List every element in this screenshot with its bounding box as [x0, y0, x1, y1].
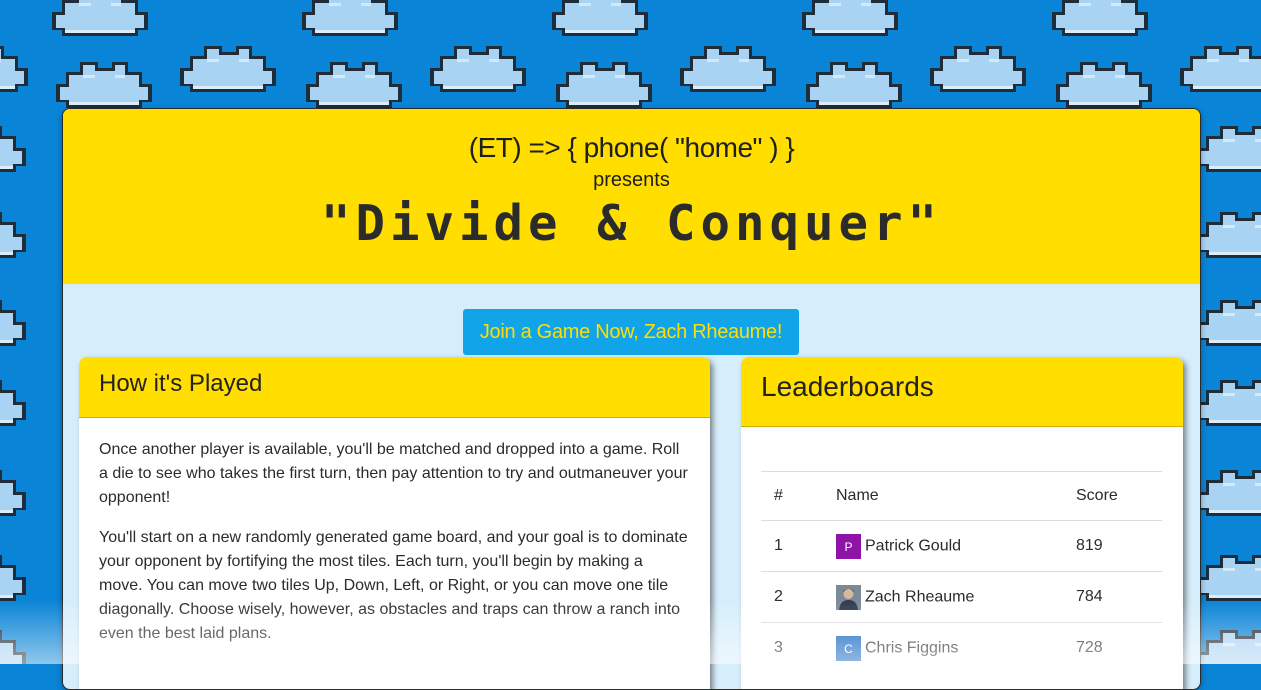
player-cell: P Patrick Gould [823, 520, 1063, 572]
leaderboard-title: Leaderboards [761, 371, 934, 402]
player-avatar: C [836, 635, 861, 661]
column-header-rank: # [761, 471, 823, 521]
table-header-row: # Name Score [761, 471, 1162, 521]
rules-paragraph: Once another player is available, you'll… [99, 441, 688, 506]
player-photo-avatar [836, 584, 861, 610]
score-cell: 819 [1063, 520, 1162, 572]
player-name: Patrick Gould [865, 537, 962, 555]
game-title: "Divide & Conquer" [320, 195, 942, 252]
leaderboard-panel: Leaderboards # Name Score 1 P Patrick Gou… [741, 357, 1183, 689]
column-header-score: Score [1063, 471, 1162, 521]
how-to-play-body: Once another player is available, you'll… [79, 418, 710, 646]
table-row: 2 Zach Rheaume 784 [761, 571, 1162, 623]
score-cell: 784 [1063, 571, 1162, 623]
player-cell: Zach Rheaume [823, 571, 1063, 623]
main-card: (ET) => { phone( "home" ) } presents "Di… [62, 108, 1201, 690]
rank-cell: 1 [761, 520, 823, 572]
score-cell: 728 [1063, 622, 1162, 673]
table-row: 3 C Chris Figgins 728 [761, 622, 1162, 673]
rank-cell: 3 [761, 622, 823, 673]
player-name: Chris Figgins [865, 639, 959, 657]
leaderboard-table: # Name Score 1 P Patrick Gould 819 2 Zac… [761, 471, 1162, 673]
how-to-play-panel: How it's Played Once another player is a… [79, 357, 710, 689]
presents-label: presents [593, 169, 670, 191]
join-game-button[interactable]: Join a Game Now, Zach Rheaume! [463, 309, 799, 355]
table-row: 1 P Patrick Gould 819 [761, 520, 1162, 572]
how-to-play-header: How it's Played [79, 357, 710, 418]
hero-header: (ET) => { phone( "home" ) } presents "Di… [63, 109, 1200, 284]
leaderboard-header: Leaderboards [741, 357, 1183, 427]
rank-cell: 2 [761, 571, 823, 623]
player-cell: C Chris Figgins [823, 622, 1063, 673]
player-avatar: P [836, 533, 861, 559]
column-header-name: Name [823, 471, 1063, 521]
player-name: Zach Rheaume [865, 588, 975, 606]
how-to-play-title: How it's Played [99, 370, 263, 397]
rules-paragraph: You'll start on a new randomly generated… [99, 529, 688, 642]
tagline: (ET) => { phone( "home" ) } [468, 132, 795, 163]
